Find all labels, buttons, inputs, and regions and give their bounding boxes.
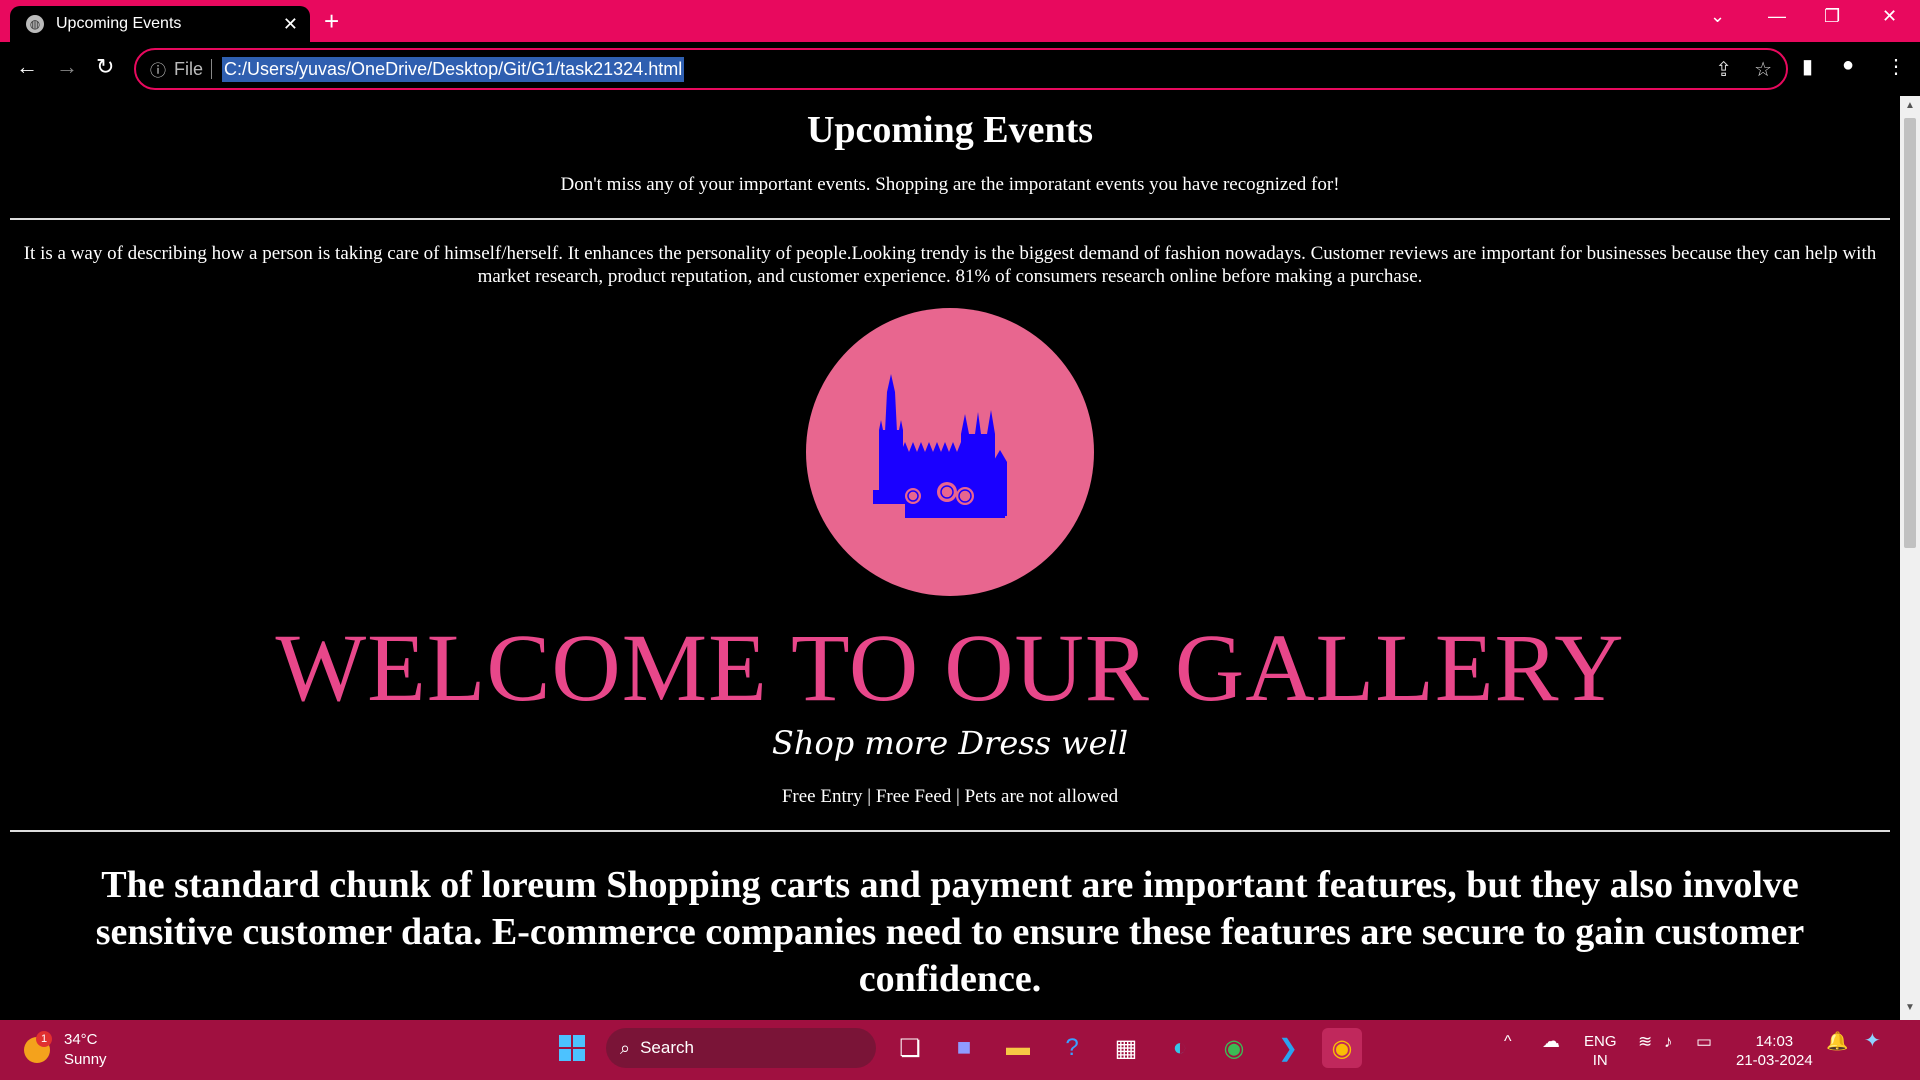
back-icon[interactable]: ← [16,54,38,80]
clock[interactable]: 14:03 21-03-2024 [1736,1032,1813,1070]
forward-icon[interactable]: → [56,54,78,80]
vscode-icon[interactable]: ❯ [1268,1028,1308,1068]
start-icon[interactable] [552,1028,592,1068]
teams-icon[interactable]: ■ [944,1028,984,1068]
castle-logo [806,308,1094,596]
divider-top [10,218,1890,220]
globe-icon: ◍ [26,15,44,33]
battery-icon[interactable]: ▭ [1696,1032,1712,1051]
info-icon[interactable]: ⓘ [150,57,166,81]
address-url[interactable]: C:/Users/yuvas/OneDrive/Desktop/Git/G1/t… [222,56,685,82]
weather-badge: 1 [36,1031,52,1047]
reload-icon[interactable]: ↻ [96,54,114,80]
new-tab-icon[interactable]: + [324,6,339,37]
intro-paragraph: It is a way of describing how a person i… [23,243,1877,287]
store-icon[interactable]: ▦ [1106,1028,1146,1068]
weather-widget[interactable]: 1 34°C Sunny [24,1030,107,1070]
close-window-icon[interactable]: ✕ [1882,6,1897,27]
minimize-icon[interactable]: — [1768,6,1786,27]
language-top: ENG [1584,1033,1617,1050]
clock-time: 14:03 [1755,1033,1794,1050]
taskbar-search[interactable]: ⌕ Search [606,1028,876,1068]
browser-titlebar: ◍ Upcoming Events ✕ + ⌄ — ❐ ✕ [0,0,1920,42]
onedrive-icon[interactable]: ☁ [1542,1032,1560,1051]
address-scheme: File [174,58,204,79]
chrome-icon[interactable]: ◉ [1322,1028,1362,1068]
chrome-profile-icon[interactable]: ◉ [1214,1028,1254,1068]
scroll-down-icon[interactable]: ▼ [1900,1002,1920,1013]
scroll-thumb[interactable] [1904,118,1916,548]
volume-icon[interactable]: ♪ [1664,1032,1673,1051]
page-heading: Upcoming Events [806,109,1094,151]
language-bottom: IN [1592,1052,1608,1069]
feature-paragraph: The standard chunk of loreum Shopping ca… [95,864,1805,1000]
copilot-icon[interactable]: ✦ [1864,1031,1881,1051]
weather-temp: 34°C [64,1031,98,1048]
castle-icon [873,374,1007,518]
wifi-icon[interactable]: ≋ [1638,1032,1652,1051]
tab-title: Upcoming Events [56,15,182,32]
profile-icon[interactable]: ● [1842,54,1854,77]
show-hidden-icons[interactable]: ^ [1504,1032,1512,1051]
clock-date: 21-03-2024 [1736,1052,1813,1069]
scroll-up-icon[interactable]: ▲ [1900,100,1920,111]
sun-icon: 1 [24,1031,52,1063]
notification-bell-icon[interactable]: 🔔 [1826,1032,1848,1051]
address-bar[interactable]: ⓘ File C:/Users/yuvas/OneDrive/Desktop/G… [134,48,1788,90]
bookmark-star-icon[interactable]: ☆ [1754,57,1772,82]
search-label: Search [640,1038,694,1057]
file-explorer-icon[interactable]: ▬ [998,1028,1038,1068]
share-icon[interactable]: ⇪ [1715,57,1732,82]
tagline: Shop more Dress well [771,724,1129,762]
search-icon: ⌕ [620,1037,631,1058]
browser-toolbar: ← → ↻ ⓘ File C:/Users/yuvas/OneDrive/Des… [0,42,1920,96]
tab-search-icon[interactable]: ⌄ [1710,6,1725,27]
gallery-title: WELCOME TO OUR GALLERY [275,614,1625,721]
address-separator [211,59,213,79]
help-icon[interactable]: ? [1052,1028,1092,1068]
close-tab-icon[interactable]: ✕ [283,14,298,35]
page-subtitle: Don't miss any of your important events.… [560,174,1340,195]
menu-icon[interactable]: ⋮ [1886,54,1906,79]
divider-bottom [10,830,1890,832]
page-scrollbar[interactable]: ▲ ▼ [1900,96,1920,1020]
event-info: Free Entry | Free Feed | Pets are not al… [781,786,1119,807]
browser-tab[interactable]: ◍ Upcoming Events ✕ [10,6,310,42]
page-viewport: Upcoming Events Don't miss any of your i… [0,96,1900,1020]
weather-desc: Sunny [64,1051,107,1068]
edge-icon[interactable]: ◐ [1160,1028,1200,1068]
taskbar: 1 34°C Sunny ⌕ Search ❏ ■ ▬ ? ▦ ◐ ◉ ❯ ◉ … [0,1020,1920,1080]
language-indicator[interactable]: ENG IN [1584,1032,1617,1070]
task-view-icon[interactable]: ❏ [890,1028,930,1068]
restore-icon[interactable]: ❐ [1824,6,1840,27]
side-panel-icon[interactable]: ▮ [1802,54,1813,79]
windows-logo-icon [559,1035,585,1061]
